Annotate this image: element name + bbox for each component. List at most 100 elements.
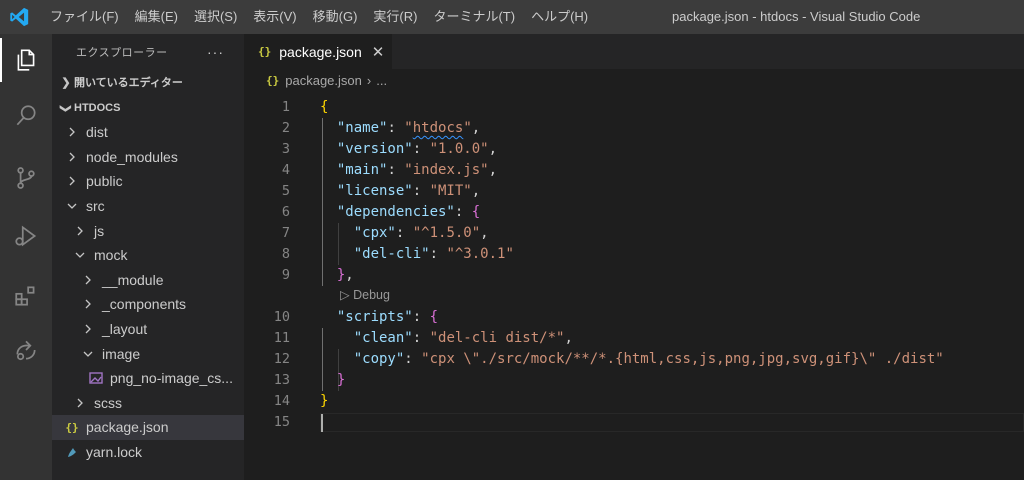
- menu-file[interactable]: ファイル(F): [42, 0, 127, 34]
- source-control-icon[interactable]: [0, 152, 52, 204]
- line-number: 13: [273, 372, 290, 388]
- tree-item-label: scss: [94, 394, 122, 411]
- tree-item-label: package.json: [86, 419, 169, 436]
- menu-help[interactable]: ヘルプ(H): [523, 0, 596, 34]
- chevron-right-icon: [72, 395, 88, 411]
- codelens-debug[interactable]: ▷ Debug: [340, 287, 390, 303]
- tree-item-label: dist: [86, 124, 108, 141]
- extensions-icon[interactable]: [0, 270, 52, 322]
- menu-terminal[interactable]: ターミナル(T): [425, 0, 523, 34]
- chevron-right-icon: [72, 223, 88, 239]
- tree-item-label: node_modules: [86, 148, 178, 165]
- json-key: "cpx": [353, 225, 396, 241]
- code-line-13: }: [336, 372, 346, 388]
- json-key: "main": [336, 162, 388, 178]
- open-editors-label: 開いているエディター: [74, 77, 183, 89]
- line-number: 14: [273, 393, 290, 409]
- menu-selection[interactable]: 選択(S): [186, 0, 245, 34]
- tree-item[interactable]: png_no-image_cs...: [52, 366, 244, 391]
- json-value: "MIT": [429, 183, 472, 199]
- play-icon: ▷: [340, 288, 354, 302]
- code-line-3: "version": "1.0.0",: [336, 141, 498, 157]
- tree-item-label: png_no-image_cs...: [110, 370, 233, 387]
- chevron-right-icon: [64, 149, 80, 165]
- project-label: HTDOCS: [74, 102, 121, 114]
- menu-edit[interactable]: 編集(E): [127, 0, 186, 34]
- tree-item-label: js: [94, 222, 105, 239]
- tree-item-label: _layout: [102, 321, 148, 338]
- tree-item-label: image: [102, 345, 141, 362]
- tree-item[interactable]: public: [52, 169, 244, 194]
- code-line-10: "scripts": {: [336, 309, 439, 325]
- line-number: 15: [273, 414, 290, 430]
- tree-item[interactable]: yarn.lock: [52, 440, 244, 465]
- sidebar-title: エクスプローラー: [76, 47, 168, 59]
- tree-item-label: mock: [94, 247, 128, 264]
- tree-item[interactable]: src: [52, 194, 244, 219]
- breadcrumb-rest[interactable]: ...: [376, 73, 387, 88]
- project-section[interactable]: ❯ HTDOCS: [52, 96, 244, 120]
- json-value: "del-cli dist/*": [429, 330, 565, 346]
- json-key: "del-cli": [353, 246, 430, 262]
- breadcrumb-file[interactable]: package.json: [285, 73, 362, 88]
- menu-view[interactable]: 表示(V): [245, 0, 304, 34]
- tree-item[interactable]: mock: [52, 243, 244, 268]
- sidebar-header: エクスプローラー ···: [52, 34, 244, 70]
- code-line-5: "license": "MIT",: [336, 183, 481, 199]
- vscode-logo-icon[interactable]: [8, 6, 30, 28]
- window-title: package.json - htdocs - Visual Studio Co…: [672, 9, 921, 24]
- line-number: 7: [281, 225, 290, 241]
- line-number: 6: [281, 204, 290, 220]
- json-key: "dependencies": [336, 204, 455, 220]
- chevron-down-icon: [72, 247, 88, 263]
- run-debug-icon[interactable]: [0, 210, 52, 262]
- code-line-14: }: [320, 391, 328, 412]
- json-key: "copy": [353, 351, 405, 367]
- tree-item-label: src: [86, 198, 105, 215]
- menu-run[interactable]: 実行(R): [365, 0, 425, 34]
- json-file-icon: {}: [258, 45, 272, 58]
- code-line-8: "del-cli": "^3.0.1": [353, 246, 514, 262]
- editor-tabs: {} package.json ✕: [244, 34, 1024, 69]
- tree-item[interactable]: __module: [52, 268, 244, 293]
- breadcrumb: {} package.json › ...: [244, 69, 1024, 91]
- remote-icon[interactable]: [0, 324, 52, 376]
- json-file-icon: {}: [65, 420, 79, 434]
- chevron-right-icon: ›: [366, 72, 372, 88]
- chevron-right-icon: [80, 321, 96, 337]
- tab-package-json[interactable]: {} package.json ✕: [244, 34, 392, 69]
- code-line-6: "dependencies": {: [336, 204, 481, 220]
- tree-item[interactable]: _components: [52, 292, 244, 317]
- codelens-label: Debug: [353, 288, 390, 302]
- explorer-icon[interactable]: [0, 34, 52, 86]
- tree-item[interactable]: {} package.json: [52, 415, 244, 440]
- code-line-4: "main": "index.js",: [336, 162, 498, 178]
- chevron-right-icon: ❯: [61, 76, 71, 89]
- chevron-down-icon: [64, 198, 80, 214]
- tree-item[interactable]: scss: [52, 391, 244, 416]
- tree-item[interactable]: node_modules: [52, 145, 244, 170]
- json-value: htdocs: [412, 120, 464, 136]
- chevron-right-icon: [64, 173, 80, 189]
- tree-item-label: public: [86, 173, 123, 190]
- search-icon[interactable]: [0, 90, 52, 142]
- tree-item[interactable]: image: [52, 341, 244, 366]
- tree-item[interactable]: js: [52, 218, 244, 243]
- open-editors-section[interactable]: ❯ 開いているエディター: [52, 70, 244, 94]
- code-line-11: "clean": "del-cli dist/*",: [353, 330, 573, 346]
- code-line-9: },: [336, 267, 354, 283]
- line-number: 11: [273, 330, 290, 346]
- more-actions-icon[interactable]: ···: [207, 44, 224, 60]
- tree-item[interactable]: _layout: [52, 317, 244, 342]
- json-file-icon: {}: [266, 73, 280, 87]
- json-key: "license": [336, 183, 413, 199]
- menu-bar: ファイル(F) 編集(E) 選択(S) 表示(V) 移動(G) 実行(R) ター…: [42, 0, 596, 34]
- json-key: "scripts": [336, 309, 413, 325]
- brace: {: [320, 99, 329, 115]
- explorer-sidebar: エクスプローラー ··· ❯ 開いているエディター ❯ HTDOCS dist n…: [52, 34, 244, 480]
- json-key: "version": [336, 141, 413, 157]
- menu-go[interactable]: 移動(G): [305, 0, 366, 34]
- tree-item[interactable]: dist: [52, 120, 244, 145]
- chevron-down-icon: ❯: [59, 103, 72, 113]
- close-icon[interactable]: ✕: [372, 43, 385, 61]
